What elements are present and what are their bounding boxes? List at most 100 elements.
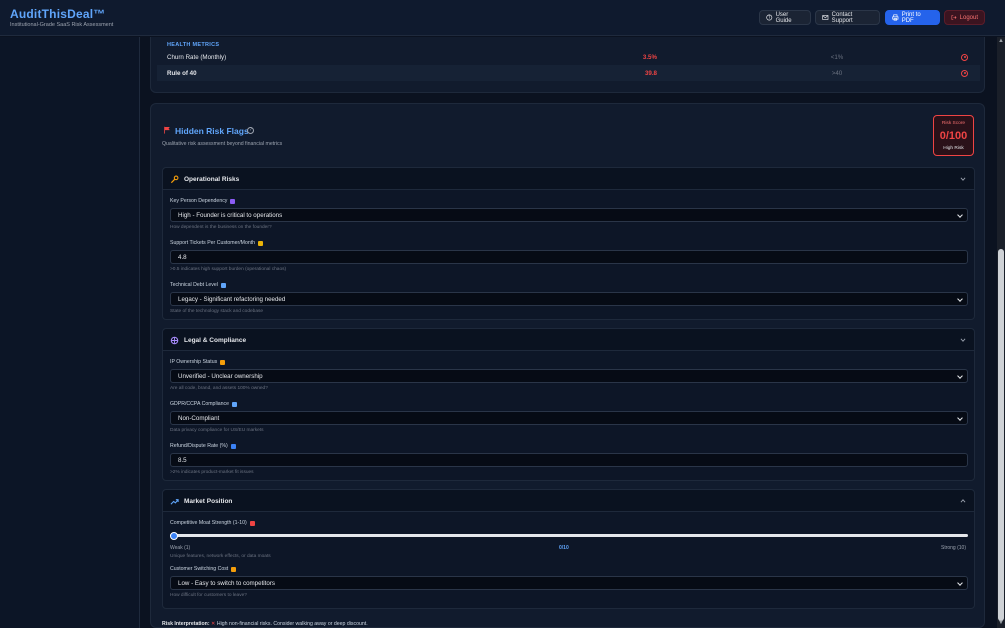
- legal-compliance-title: Legal & Compliance: [184, 337, 247, 344]
- moat-slider[interactable]: [170, 531, 968, 540]
- support-tickets-label: Support Tickets Per Customer/Month: [170, 240, 264, 246]
- table-row: Rule of 40 39.8 >40: [157, 65, 980, 81]
- contact-support-button[interactable]: Contact Support: [815, 10, 880, 25]
- app-subtitle: Institutional-Grade SaaS Risk Assessment: [10, 22, 114, 28]
- print-pdf-button[interactable]: Print to PDF: [885, 10, 940, 25]
- risk-score-label: Risk Score: [941, 121, 966, 126]
- svg-text:?: ?: [768, 15, 770, 20]
- refund-help: >2% indicates product-market fit issues: [170, 470, 254, 475]
- switching-cost-value: Low - Easy to switch to competitors: [178, 579, 275, 587]
- logout-icon: [951, 15, 957, 20]
- printer-icon: [892, 14, 899, 21]
- eu-flag-icon: [232, 401, 238, 407]
- legal-compliance-section: Legal & Compliance IP Ownership Status U…: [162, 328, 975, 481]
- info-icon[interactable]: ?: [247, 127, 254, 134]
- ip-ownership-label-text: IP Ownership Status: [170, 359, 218, 365]
- key-person-value: High - Founder is critical to operations: [178, 211, 283, 219]
- refund-value: 8.5: [178, 456, 187, 464]
- tech-debt-label: Technical Debt Level: [170, 282, 226, 288]
- tech-debt-help: State of the technology stack and codeba…: [170, 309, 264, 314]
- gdpr-label: GDPR/CCPA Compliance: [170, 401, 238, 407]
- support-tickets-input[interactable]: 4.8: [170, 250, 968, 264]
- logout-button[interactable]: Logout: [944, 10, 985, 25]
- market-position-title: Market Position: [184, 498, 233, 505]
- operational-risks-section: Operational Risks Key Person Dependency …: [162, 167, 975, 320]
- scales-icon: [170, 336, 179, 345]
- print-pdf-label: Print to PDF: [901, 11, 921, 24]
- moat-slider-handle[interactable]: [170, 531, 178, 540]
- refund-label-text: Refund/Dispute Rate (%): [170, 443, 228, 449]
- contact-support-label: Contact Support: [831, 11, 853, 24]
- gdpr-label-text: GDPR/CCPA Compliance: [170, 401, 230, 407]
- sidebar: [0, 37, 140, 628]
- ip-ownership-help: Are all code, brand, and assets 100% own…: [170, 386, 268, 391]
- metric-value: 39.8: [644, 69, 657, 77]
- refund-input[interactable]: 8.5: [170, 453, 968, 467]
- market-position-header[interactable]: Market Position: [163, 490, 974, 512]
- gdpr-select[interactable]: Non-Compliant: [170, 411, 968, 425]
- logout-label: Logout: [959, 14, 978, 21]
- switching-cost-label: Customer Switching Cost: [170, 566, 237, 572]
- support-tickets-label-text: Support Tickets Per Customer/Month: [170, 240, 256, 246]
- wrench-icon: [170, 175, 179, 184]
- moat-label-text: Competitive Moat Strength (1-10): [170, 520, 247, 526]
- risk-score-badge: Risk Score 0/100 High Risk: [933, 115, 974, 156]
- ip-ownership-select[interactable]: Unverified - Unclear ownership: [170, 369, 968, 383]
- tech-debt-select[interactable]: Legacy - Significant refactoring needed: [170, 292, 968, 306]
- app-header: AuditThisDeal™ Institutional-Grade SaaS …: [0, 0, 1005, 36]
- user-guide-button[interactable]: ? User Guide: [759, 10, 811, 25]
- key-person-help: How dependent is the business on the fou…: [170, 225, 272, 230]
- support-tickets-help: >0.5 indicates high support burden (oper…: [170, 267, 287, 272]
- refund-label: Refund/Dispute Rate (%): [170, 443, 236, 449]
- market-position-section: Market Position Competitive Moat Strengt…: [162, 489, 975, 609]
- flag-icon: [164, 126, 170, 134]
- chevron-up-icon[interactable]: [960, 498, 966, 504]
- user-guide-label: User Guide: [775, 11, 792, 24]
- metric-name: Churn Rate (Monthly): [167, 53, 227, 61]
- risk-flags-panel: Hidden Risk Flags ? Qualitative risk ass…: [150, 103, 985, 628]
- mail-icon: [822, 15, 829, 20]
- metric-name: Rule of 40: [167, 69, 197, 77]
- ticket-icon: [258, 240, 264, 246]
- key-person-label-text: Key Person Dependency: [170, 198, 228, 204]
- user-icon: [230, 198, 236, 204]
- operational-risks-title: Operational Risks: [184, 176, 240, 183]
- metric-value: 3.5%: [642, 53, 657, 61]
- scroll-down-arrow-icon[interactable]: ▼: [998, 620, 1004, 626]
- chevron-down-icon[interactable]: [960, 337, 966, 343]
- risk-flags-title: Hidden Risk Flags: [175, 126, 249, 136]
- lock-icon: [231, 566, 237, 572]
- gdpr-value: Non-Compliant: [178, 414, 220, 422]
- risk-score-value: 0/100: [939, 130, 968, 142]
- alert-circle-icon: [961, 53, 968, 61]
- app-title[interactable]: AuditThisDeal™: [10, 7, 105, 21]
- ip-ownership-label: IP Ownership Status: [170, 359, 226, 365]
- risk-interpretation-text: High non-financial risks. Consider walki…: [216, 621, 368, 627]
- code-icon: [220, 282, 226, 288]
- help-circle-icon: ?: [766, 14, 773, 21]
- tech-debt-value: Legacy - Significant refactoring needed: [178, 295, 286, 303]
- legal-compliance-header[interactable]: Legal & Compliance: [163, 329, 974, 351]
- scroll-up-arrow-icon[interactable]: ▲: [998, 38, 1004, 44]
- moat-value-label: 0/10: [559, 545, 569, 551]
- moat-help: Unique features, network effects, or dat…: [170, 554, 271, 559]
- risk-interpretation: Risk Interpretation: ✕ High non-financia…: [162, 621, 368, 627]
- key-person-select[interactable]: High - Founder is critical to operations: [170, 208, 968, 222]
- page-scrollbar[interactable]: ▲ ▼: [997, 37, 1005, 628]
- scroll-thumb[interactable]: [998, 249, 1004, 621]
- document-icon: [220, 359, 226, 365]
- gdpr-help: Data privacy compliance for US/EU market…: [170, 428, 264, 433]
- refund-icon: [230, 443, 236, 449]
- moat-min-label: Weak (1): [170, 545, 191, 551]
- key-person-label: Key Person Dependency: [170, 198, 236, 204]
- risk-score-level: High Risk: [943, 146, 964, 151]
- operational-risks-header[interactable]: Operational Risks: [163, 168, 974, 190]
- x-mark-icon: ✕: [211, 621, 216, 627]
- castle-icon: [249, 520, 255, 526]
- chevron-down-icon[interactable]: [960, 176, 966, 182]
- risk-flags-subtitle: Qualitative risk assessment beyond finan…: [162, 141, 283, 147]
- switching-cost-select[interactable]: Low - Easy to switch to competitors: [170, 576, 968, 590]
- moat-max-label: Strong (10): [940, 545, 966, 551]
- switching-cost-label-text: Customer Switching Cost: [170, 566, 229, 572]
- trending-up-icon: [170, 499, 179, 505]
